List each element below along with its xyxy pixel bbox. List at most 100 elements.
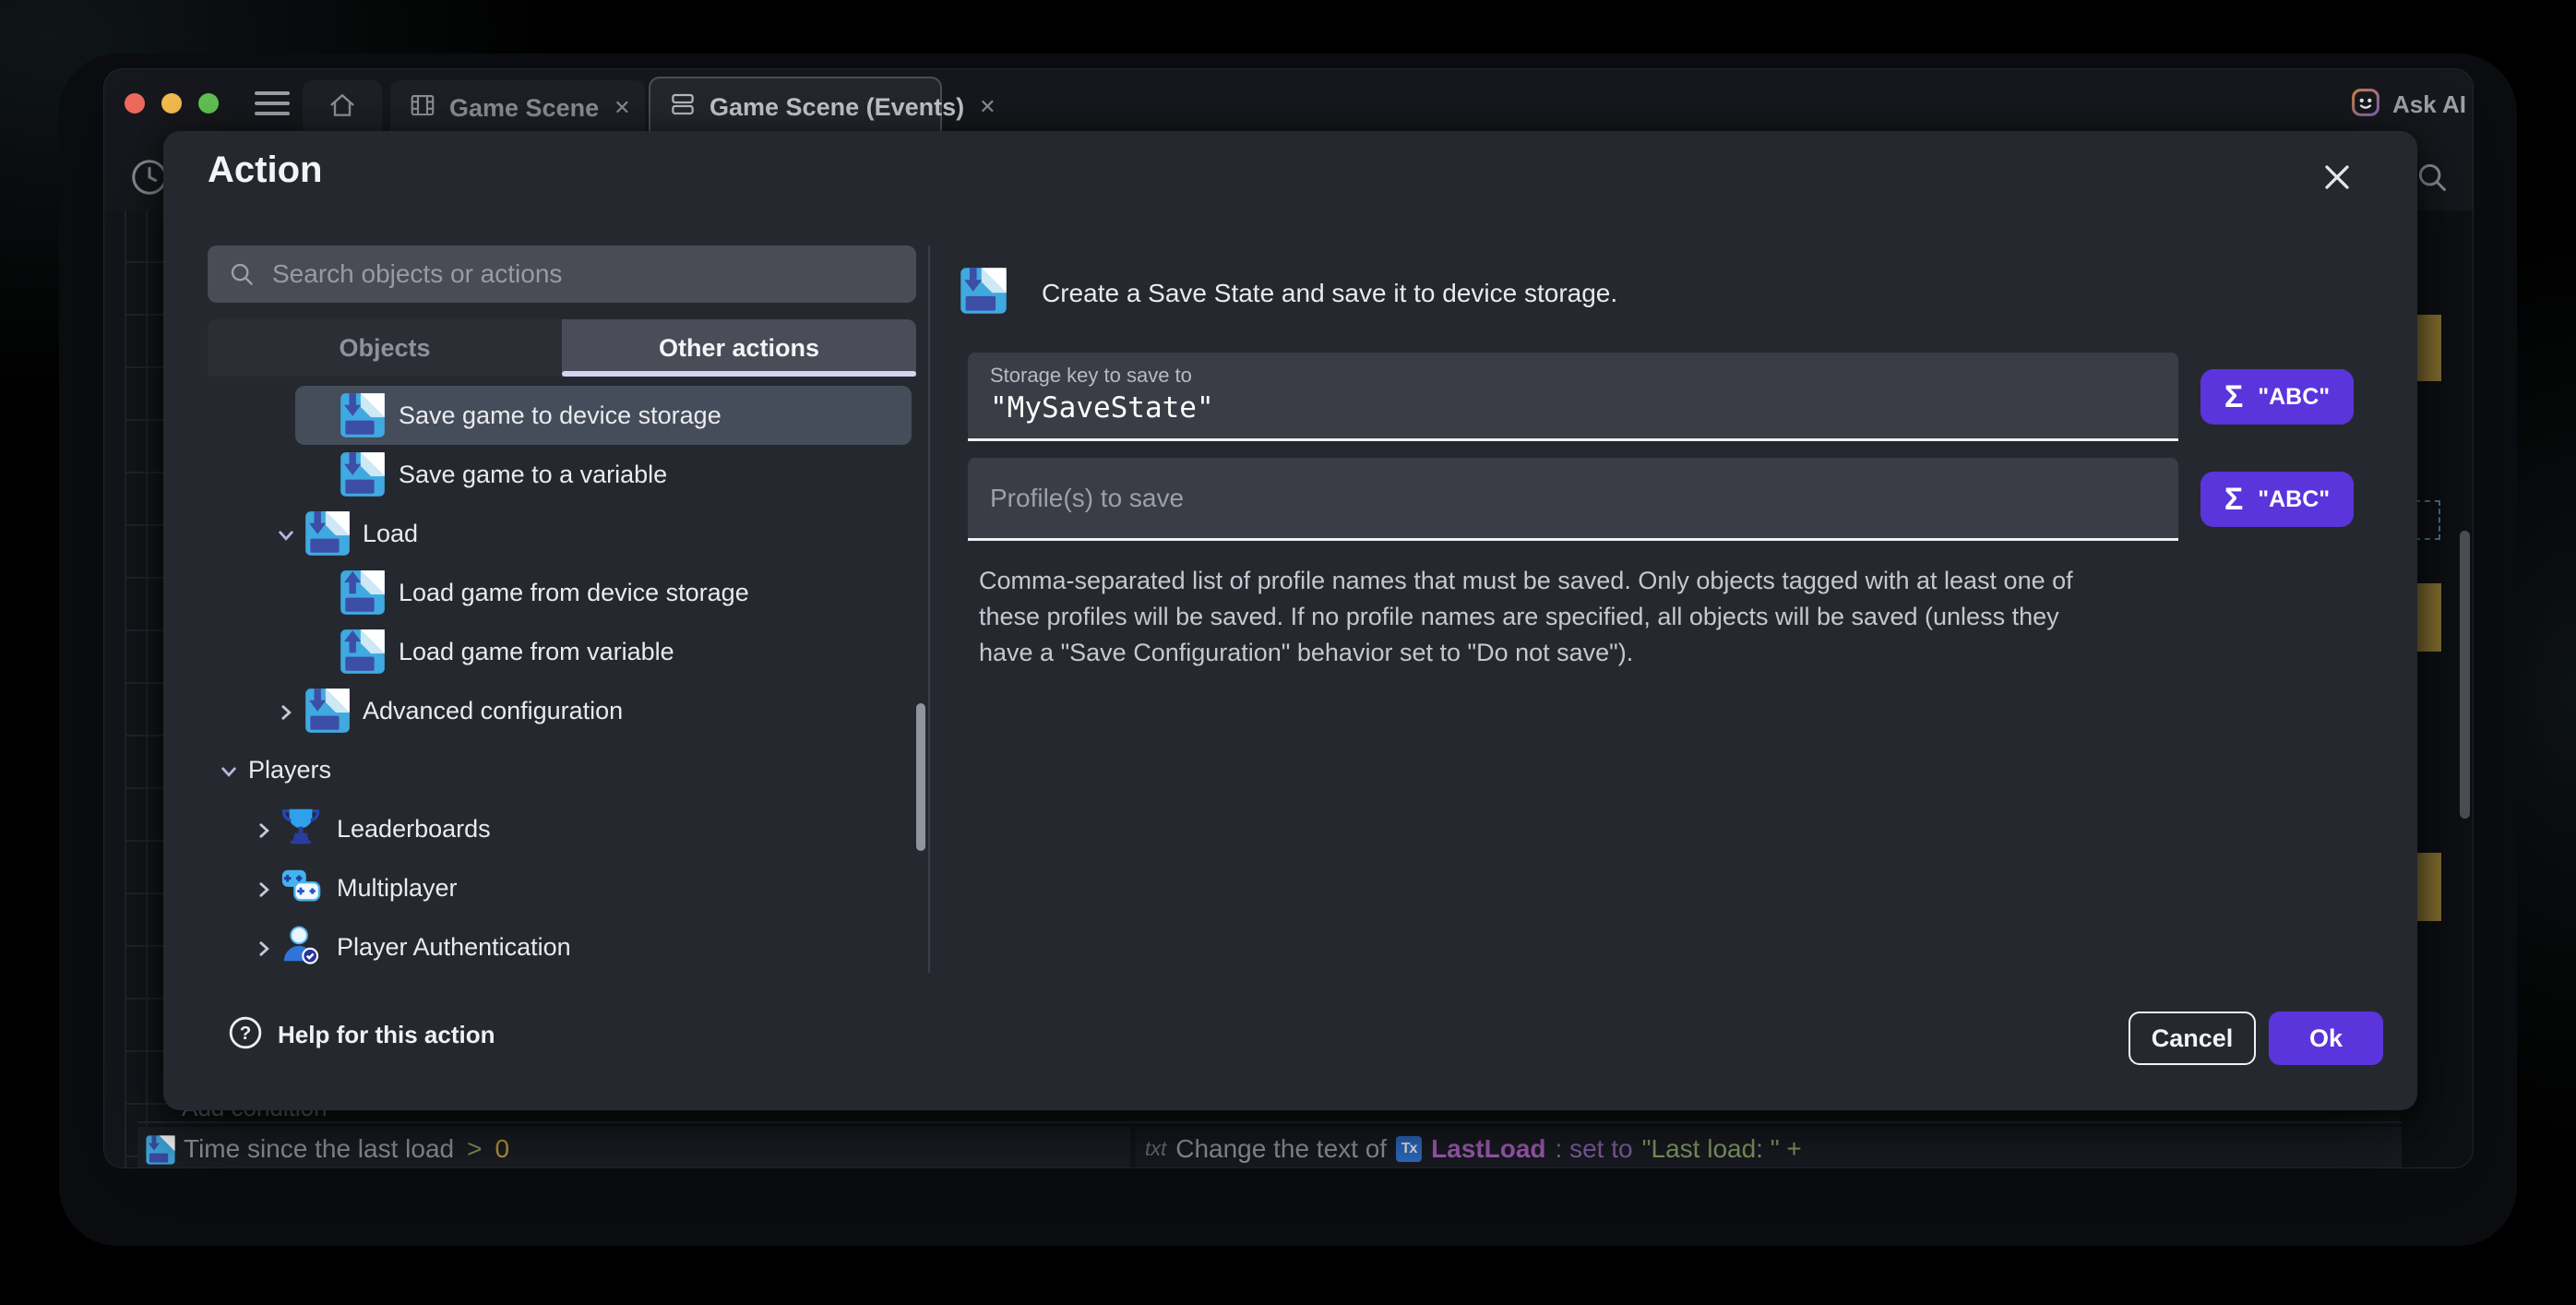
chevron-right-icon[interactable]: [254, 880, 274, 900]
field-label: Storage key to save to: [990, 364, 1192, 388]
tree-item-label: Load: [363, 520, 418, 548]
actions-tree: Save game to device storage Save game to …: [208, 377, 916, 978]
search-icon[interactable]: [2415, 160, 2450, 195]
abc-label: "ABC": [2258, 486, 2330, 513]
traffic-light-maximize[interactable]: [198, 93, 219, 114]
abc-label: "ABC": [2258, 384, 2330, 411]
action-string-value: "Last load: " +: [1642, 1134, 1802, 1164]
action-set-to: : set to: [1556, 1134, 1633, 1164]
tree-item-save-game-to-device-storage[interactable]: Save game to device storage: [208, 389, 916, 445]
ask-ai-label: Ask AI: [2392, 90, 2466, 119]
text-action-icon: txt: [1145, 1137, 1166, 1161]
tree-item-load-game-from-variable[interactable]: Load game from variable: [208, 626, 916, 681]
tab-label: Other actions: [659, 334, 819, 363]
search-icon: [228, 260, 256, 288]
storage-key-field[interactable]: Storage key to save to: [968, 353, 2178, 441]
chevron-down-icon[interactable]: [276, 525, 296, 545]
help-for-action-link[interactable]: ? Help for this action: [228, 1015, 495, 1055]
tree-item-save-game-to-a-variable[interactable]: Save game to a variable: [208, 449, 916, 504]
save-icon: [339, 391, 387, 444]
save-icon: [339, 450, 387, 503]
events-icon: [669, 90, 697, 125]
save-icon: [304, 509, 352, 562]
tree-item-players[interactable]: Players: [208, 744, 916, 799]
robot-icon: [2350, 87, 2381, 123]
question-icon: ?: [228, 1015, 263, 1055]
tree-item-label: Load game from variable: [399, 638, 674, 666]
condition-text: Time since the last load: [184, 1134, 454, 1164]
action-text: Change the text of: [1175, 1134, 1387, 1164]
sigma-icon: Σ: [2224, 379, 2243, 415]
scene-icon: [409, 91, 436, 126]
tree-item-leaderboards[interactable]: Leaderboards: [208, 803, 916, 858]
traffic-light-minimize[interactable]: [161, 93, 182, 114]
dialog-tabs: Objects Other actions: [208, 319, 916, 377]
chevron-down-icon[interactable]: [219, 761, 239, 782]
event-row-divider: [137, 1121, 2402, 1123]
svg-text:?: ?: [240, 1023, 252, 1044]
trophy-icon: [280, 805, 322, 852]
expression-editor-button[interactable]: Σ "ABC": [2200, 369, 2354, 425]
tree-item-label: Load game from device storage: [399, 579, 749, 607]
home-icon: [328, 90, 357, 126]
condition-value: 0: [495, 1134, 509, 1164]
save-icon: [304, 687, 352, 739]
tree-item-load[interactable]: Load: [208, 508, 916, 563]
tree-item-label: Save game to device storage: [399, 401, 722, 430]
chevron-right-icon[interactable]: [276, 702, 296, 723]
tab-game-scene[interactable]: Game Scene ✕: [390, 80, 645, 136]
close-icon[interactable]: [2317, 157, 2357, 198]
action-description: Create a Save State and save it to devic…: [1042, 279, 1617, 308]
close-tab-icon[interactable]: ✕: [614, 96, 630, 120]
storage-key-input[interactable]: [990, 391, 2134, 425]
tree-item-load-game-from-device-storage[interactable]: Load game from device storage: [208, 567, 916, 622]
expression-editor-button[interactable]: Σ "ABC": [2200, 472, 2354, 527]
ask-ai-button[interactable]: Ask AI: [2350, 88, 2466, 121]
list-scrollbar-thumb[interactable]: [916, 703, 925, 851]
tree-item-label: Leaderboards: [337, 815, 491, 844]
selected-event-block: [2414, 315, 2441, 381]
chevron-right-icon[interactable]: [254, 939, 274, 959]
action-object-name: LastLoad: [1431, 1134, 1545, 1164]
tree-item-player-authentication[interactable]: Player Authentication: [208, 921, 916, 976]
load-icon: [339, 569, 387, 621]
tree-item-label: Multiplayer: [337, 874, 458, 903]
tree-item-label: Advanced configuration: [363, 697, 623, 725]
profiles-field[interactable]: Profile(s) to save: [968, 458, 2178, 541]
ok-button[interactable]: Ok: [2269, 1012, 2383, 1065]
tree-item-label: Player Authentication: [337, 933, 571, 962]
event-condition-cell[interactable]: Time since the last load > 0: [137, 1127, 1130, 1167]
tab-game-scene-events[interactable]: Game Scene (Events) ✕: [649, 77, 942, 136]
vertical-scrollbar-thumb[interactable]: [2460, 531, 2470, 819]
tree-item-label: Save game to a variable: [399, 461, 667, 489]
action-text-line: txt Change the text of Tx LastLoad : set…: [1145, 1134, 1802, 1164]
tab-other-actions[interactable]: Other actions: [562, 319, 916, 377]
field-label: Profile(s) to save: [990, 458, 1184, 538]
condition-operator: >: [461, 1134, 487, 1164]
menu-icon[interactable]: [255, 91, 290, 115]
chevron-right-icon[interactable]: [254, 820, 274, 841]
event-action-cell[interactable]: txt Change the text of Tx LastLoad : set…: [1136, 1127, 2402, 1167]
tab-objects[interactable]: Objects: [208, 319, 562, 377]
tree-item-label: Players: [248, 756, 331, 784]
help-label: Help for this action: [278, 1021, 495, 1049]
tree-item-multiplayer[interactable]: Multiplayer: [208, 862, 916, 917]
save-icon: [959, 266, 1008, 316]
search-input[interactable]: [256, 259, 916, 289]
sigma-icon: Σ: [2224, 482, 2243, 518]
tab-home[interactable]: [303, 80, 382, 136]
tab-label: Objects: [339, 334, 430, 363]
tree-item-advanced-configuration[interactable]: Advanced configuration: [208, 685, 916, 740]
close-tab-icon[interactable]: ✕: [979, 95, 996, 119]
selected-event-block: [2414, 583, 2441, 652]
field-help-text: Comma-separated list of profile names th…: [979, 563, 2114, 671]
traffic-light-close[interactable]: [125, 93, 145, 114]
search-box: [208, 245, 916, 303]
cancel-button[interactable]: Cancel: [2129, 1012, 2256, 1065]
tab-label: Game Scene: [449, 94, 599, 123]
tab-label: Game Scene (Events): [710, 93, 964, 122]
dialog-title: Action: [208, 150, 322, 191]
action-dialog: Action Objects Other actions Save game t…: [163, 131, 2417, 1110]
panel-divider: [928, 245, 930, 973]
person-icon: [280, 923, 322, 970]
